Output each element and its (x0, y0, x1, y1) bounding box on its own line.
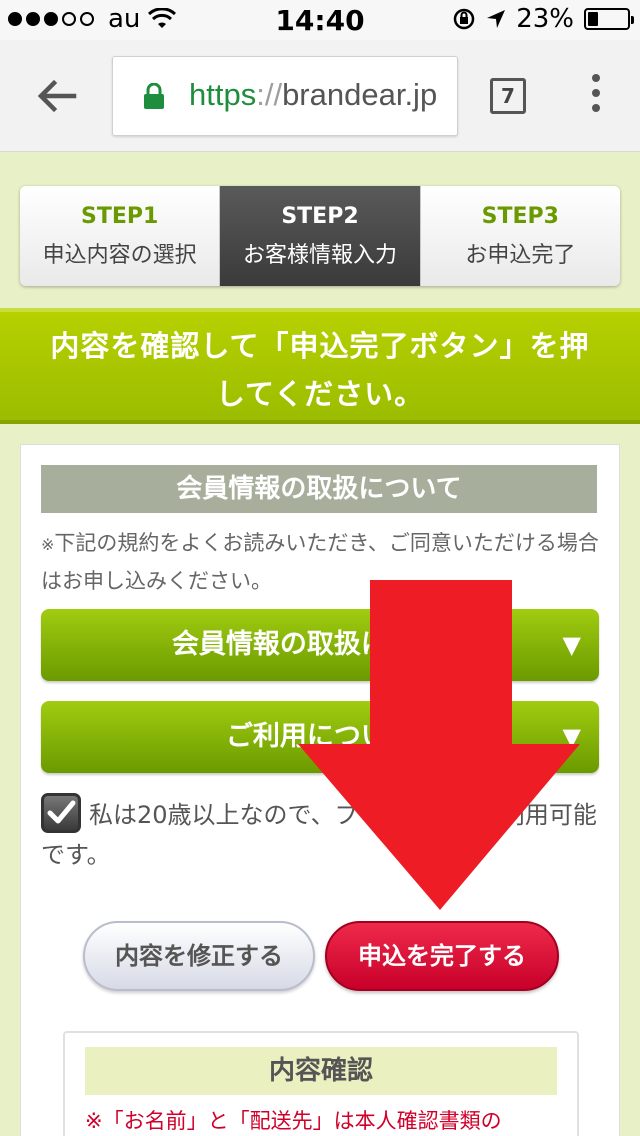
tab-switcher-button[interactable]: 7 (490, 78, 526, 114)
location-arrow-icon (487, 10, 506, 28)
accordion-usage[interactable]: ご利用について ▼ (41, 701, 599, 773)
step-2-active: STEP2 お客様情報入力 (220, 186, 421, 286)
lock-icon (144, 83, 164, 109)
back-arrow-icon[interactable] (34, 74, 78, 118)
instruction-banner: 内容を確認して「申込完了ボタン」を押 してください。 (0, 308, 640, 424)
section-title: 会員情報の取扱について (41, 465, 597, 513)
edit-button[interactable]: 内容を修正する (83, 921, 315, 991)
battery-percent: 23% (516, 4, 574, 34)
confirm-section: 内容確認 ※「お名前」と「配送先」は本人確認書類の (63, 1031, 579, 1136)
terms-card: 会員情報の取扱について ※下記の規約をよくお読みいただき、ご同意いただける場合は… (20, 444, 620, 1136)
agreement-checkbox[interactable] (41, 793, 81, 833)
step-label: 申込内容の選択 (42, 243, 197, 268)
accordion-label: 会員情報の取扱について (171, 629, 469, 660)
submit-button[interactable]: 申込を完了する (325, 921, 559, 991)
rotation-lock-icon (453, 8, 475, 30)
step-number: STEP3 (481, 204, 559, 229)
step-1: STEP1 申込内容の選択 (20, 186, 221, 286)
note-text: 下記の規約をよくお読みいただき、ご同意いただける場合はお申し込みください。 (41, 531, 599, 593)
accordion-label: ご利用について (225, 721, 415, 752)
overflow-menu-icon[interactable] (588, 74, 604, 120)
checkmark-icon (47, 800, 76, 824)
terms-note: ※下記の規約をよくお読みいただき、ご同意いただける場合はお申し込みください。 (41, 525, 601, 599)
step-3: STEP3 お申込完了 (420, 186, 620, 286)
step-label: お客様情報入力 (242, 243, 397, 268)
url-text: https://brandear.jp (189, 77, 437, 113)
url-scheme: https (189, 77, 257, 112)
step-number: STEP2 (281, 204, 359, 229)
confirm-title: 内容確認 (85, 1047, 557, 1095)
accordion-member-info[interactable]: 会員情報の取扱について ▼ (41, 609, 599, 681)
address-bar[interactable]: https://brandear.jp (112, 56, 458, 136)
triangle-down-icon: ▼ (562, 631, 581, 659)
step-indicator: STEP1 申込内容の選択 STEP2 お客様情報入力 STEP3 お申込完了 (20, 186, 620, 286)
step-number: STEP1 (81, 204, 159, 229)
browser-toolbar: https://brandear.jp 7 (0, 40, 640, 152)
agreement-text: 私は20歳以上なので、ブランディアを利用可能です。 (41, 801, 597, 869)
triangle-down-icon: ▼ (562, 723, 581, 751)
banner-line-2: してください。 (215, 377, 425, 411)
step-label: お申込完了 (465, 243, 576, 268)
battery-icon (584, 8, 634, 30)
confirm-note: ※「お名前」と「配送先」は本人確認書類の (85, 1109, 502, 1133)
url-host: brandear.jp (282, 77, 438, 112)
banner-line-1: 内容を確認して「申込完了ボタン」を押 (50, 329, 590, 363)
status-bar: au 14:40 23% (0, 0, 640, 40)
note-mark: ※ (41, 535, 55, 554)
url-separator: :// (256, 77, 283, 112)
